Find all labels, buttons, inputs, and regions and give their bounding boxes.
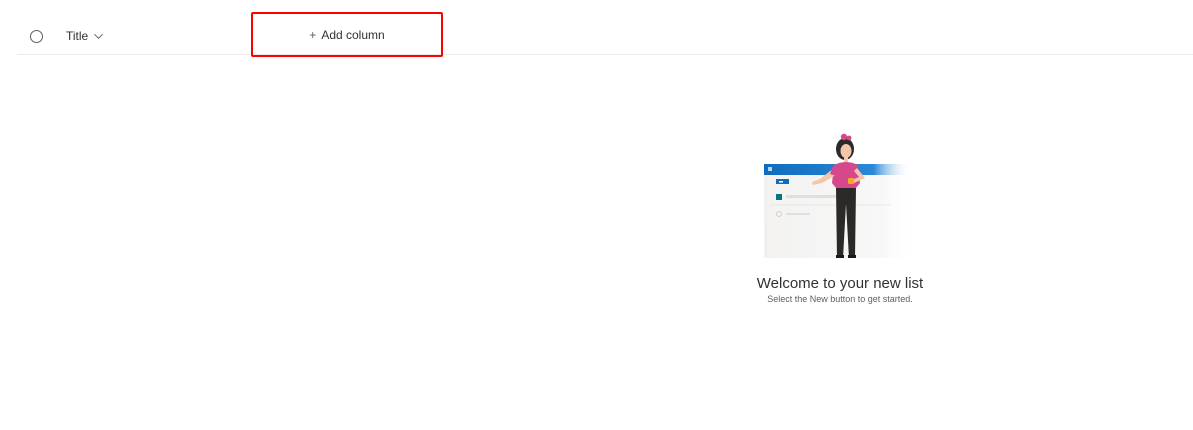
column-header-title-label: Title xyxy=(66,29,89,43)
list-view: Title + Add column Welcome to your new l… xyxy=(0,0,1193,430)
empty-list-state: Welcome to your new list Select the New … xyxy=(720,132,960,304)
select-all-checkbox[interactable] xyxy=(30,30,43,43)
list-column-header-row: Title xyxy=(17,18,1193,55)
plus-icon: + xyxy=(309,27,317,42)
empty-state-heading: Welcome to your new list xyxy=(756,275,924,292)
add-column-label: Add column xyxy=(321,27,385,42)
empty-state-subtext: Select the New button to get started. xyxy=(767,294,913,304)
column-header-title[interactable]: Title xyxy=(66,18,104,54)
add-column-highlight: + Add column xyxy=(251,12,443,57)
chevron-down-icon xyxy=(94,33,104,39)
woman-presenting-list-illustration xyxy=(764,133,914,258)
add-column-button[interactable]: + Add column xyxy=(253,14,441,55)
